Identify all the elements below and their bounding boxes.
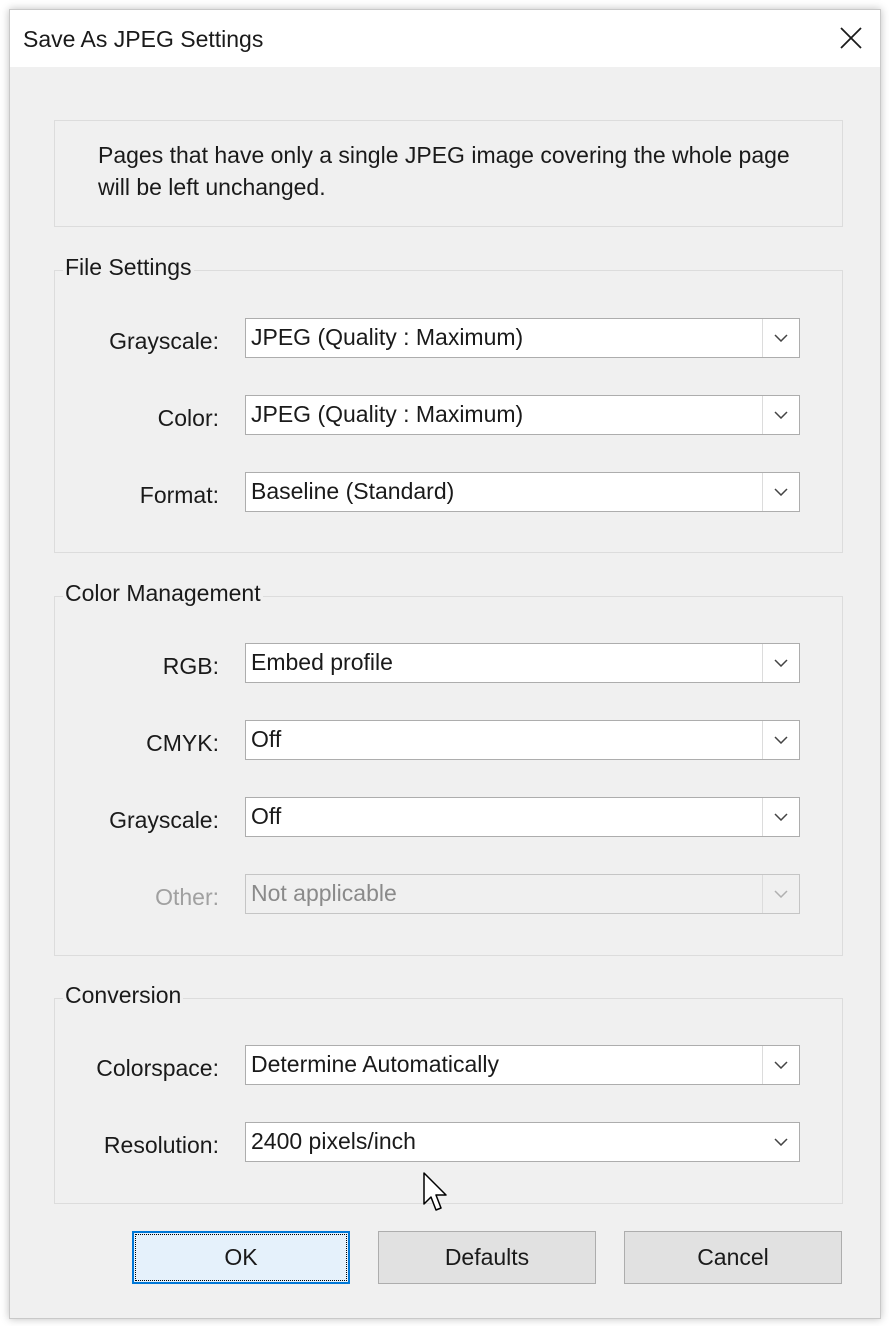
- dialog-title: Save As JPEG Settings: [23, 26, 264, 52]
- cm-cmyk-value: Off: [251, 726, 282, 752]
- cm-other-select: Not applicable: [245, 874, 800, 914]
- save-as-jpeg-dialog: Save As JPEG Settings Pages that have on…: [9, 9, 881, 1319]
- chevron-down-icon: [762, 798, 799, 836]
- cm-cmyk-select[interactable]: Off: [245, 720, 800, 760]
- file-grayscale-label: Grayscale:: [109, 328, 219, 354]
- conv-resolution-row: Resolution: 2400 pixels/inch: [55, 1122, 842, 1162]
- chevron-down-icon: [762, 319, 799, 357]
- conv-colorspace-label: Colorspace:: [96, 1055, 219, 1081]
- conv-colorspace-value: Determine Automatically: [251, 1051, 499, 1077]
- file-grayscale-value: JPEG (Quality : Maximum): [251, 324, 524, 350]
- defaults-button[interactable]: Defaults: [378, 1231, 596, 1284]
- cancel-button[interactable]: Cancel: [624, 1231, 842, 1284]
- chevron-down-icon: [762, 721, 799, 759]
- info-text: Pages that have only a single JPEG image…: [98, 142, 790, 200]
- file-color-label: Color:: [157, 405, 219, 431]
- close-icon: [840, 27, 862, 49]
- conversion-label: Conversion: [63, 982, 184, 1008]
- cm-other-label: Other:: [155, 884, 219, 910]
- file-format-label: Format:: [139, 482, 219, 508]
- file-color-value: JPEG (Quality : Maximum): [251, 401, 524, 427]
- title-bar: Save As JPEG Settings: [10, 10, 880, 67]
- cm-cmyk-label: CMYK:: [146, 730, 219, 756]
- cm-grayscale-value: Off: [251, 803, 282, 829]
- conv-resolution-label: Resolution:: [103, 1132, 219, 1158]
- color-management-group: Color Management RGB: Embed profile CMYK…: [54, 580, 843, 956]
- cm-cmyk-row: CMYK: Off: [55, 720, 842, 760]
- conv-resolution-value: 2400 pixels/inch: [251, 1128, 416, 1154]
- file-grayscale-row: Grayscale: JPEG (Quality : Maximum): [55, 318, 842, 358]
- file-settings-label: File Settings: [63, 254, 194, 280]
- conv-resolution-combobox[interactable]: 2400 pixels/inch: [245, 1122, 800, 1162]
- cm-grayscale-label: Grayscale:: [109, 807, 219, 833]
- chevron-down-icon: [762, 1046, 799, 1084]
- file-format-row: Format: Baseline (Standard): [55, 472, 842, 512]
- file-color-select[interactable]: JPEG (Quality : Maximum): [245, 395, 800, 435]
- file-settings-group: File Settings Grayscale: JPEG (Quality :…: [54, 254, 843, 553]
- cm-grayscale-row: Grayscale: Off: [55, 797, 842, 837]
- cm-rgb-label: RGB:: [162, 653, 219, 679]
- close-button[interactable]: [828, 15, 874, 61]
- cm-grayscale-select[interactable]: Off: [245, 797, 800, 837]
- file-color-row: Color: JPEG (Quality : Maximum): [55, 395, 842, 435]
- chevron-down-icon: [762, 473, 799, 511]
- file-format-select[interactable]: Baseline (Standard): [245, 472, 800, 512]
- chevron-down-icon: [762, 644, 799, 682]
- chevron-down-icon: [762, 396, 799, 434]
- chevron-down-icon[interactable]: [763, 1123, 799, 1161]
- info-box: Pages that have only a single JPEG image…: [54, 120, 843, 227]
- cm-rgb-row: RGB: Embed profile: [55, 643, 842, 683]
- ok-button[interactable]: OK: [132, 1231, 350, 1284]
- conv-colorspace-select[interactable]: Determine Automatically: [245, 1045, 800, 1085]
- mouse-cursor-icon: [423, 1172, 447, 1211]
- file-grayscale-select[interactable]: JPEG (Quality : Maximum): [245, 318, 800, 358]
- chevron-down-icon: [762, 875, 799, 913]
- conv-colorspace-row: Colorspace: Determine Automatically: [55, 1045, 842, 1085]
- color-management-label: Color Management: [63, 580, 263, 606]
- cm-rgb-select[interactable]: Embed profile: [245, 643, 800, 683]
- file-format-value: Baseline (Standard): [251, 478, 455, 504]
- cm-rgb-value: Embed profile: [251, 649, 393, 675]
- cm-other-value: Not applicable: [251, 880, 397, 906]
- cm-other-row: Other: Not applicable: [55, 874, 842, 914]
